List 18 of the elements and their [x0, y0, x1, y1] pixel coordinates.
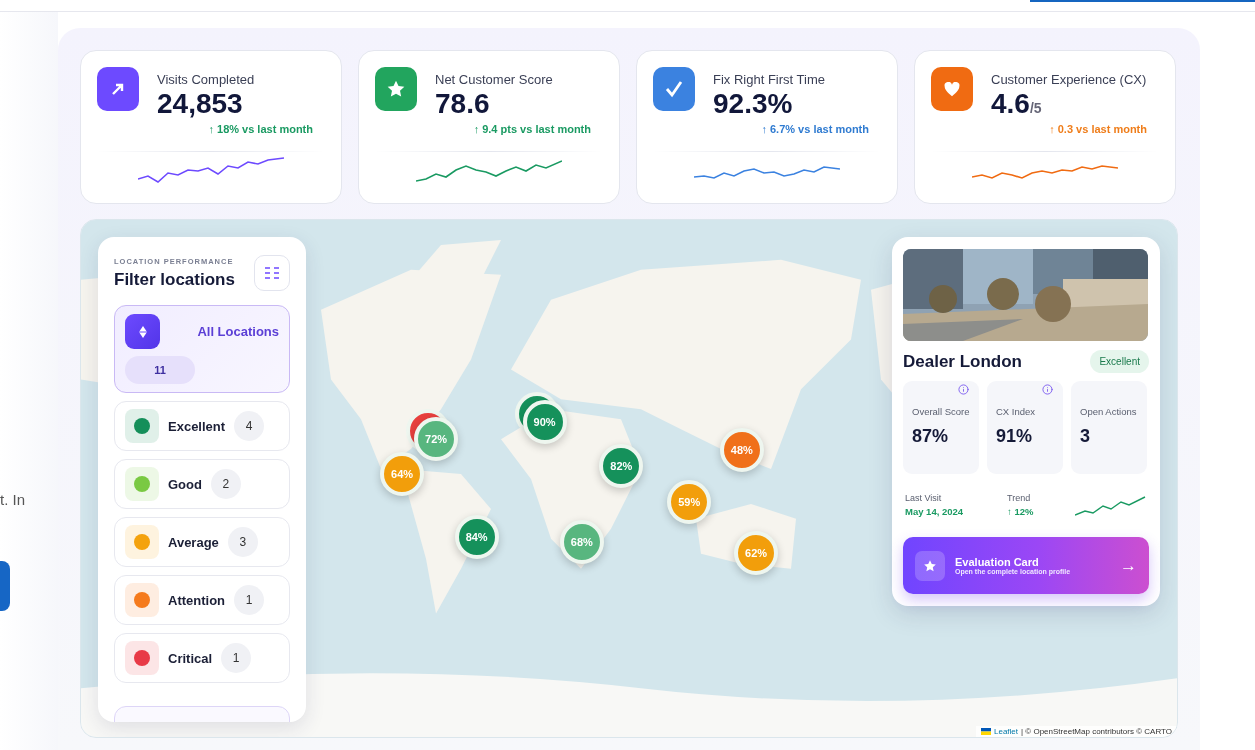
kpi-title: Customer Experience (CX)	[991, 72, 1147, 88]
kpi-title: Net Customer Score	[435, 72, 553, 88]
kpi-value: 24,853	[157, 88, 244, 120]
kpi-value: 78.6	[435, 88, 491, 120]
kpi-trend: ↑ 6.7% vs last month	[761, 123, 869, 135]
star-icon	[386, 79, 406, 99]
kpi-trend: ↑ 9.4 pts vs last month	[473, 123, 591, 135]
kpi-title: Visits Completed	[157, 72, 255, 88]
check-icon	[664, 79, 684, 99]
kpi-trend: ↑ 18% vs last month	[208, 123, 313, 135]
button[interactable]	[0, 561, 10, 611]
page-text: t. In	[0, 490, 26, 510]
arrow-icon	[110, 81, 126, 97]
kpi-value: 4.6/5	[991, 88, 1043, 120]
heart-icon	[944, 81, 960, 97]
kpi-title: Fix Right First Time	[713, 72, 825, 88]
kpi-trend: ↑ 0.3 vs last month	[1049, 123, 1147, 135]
kpi-value: 92.3%	[713, 88, 794, 120]
